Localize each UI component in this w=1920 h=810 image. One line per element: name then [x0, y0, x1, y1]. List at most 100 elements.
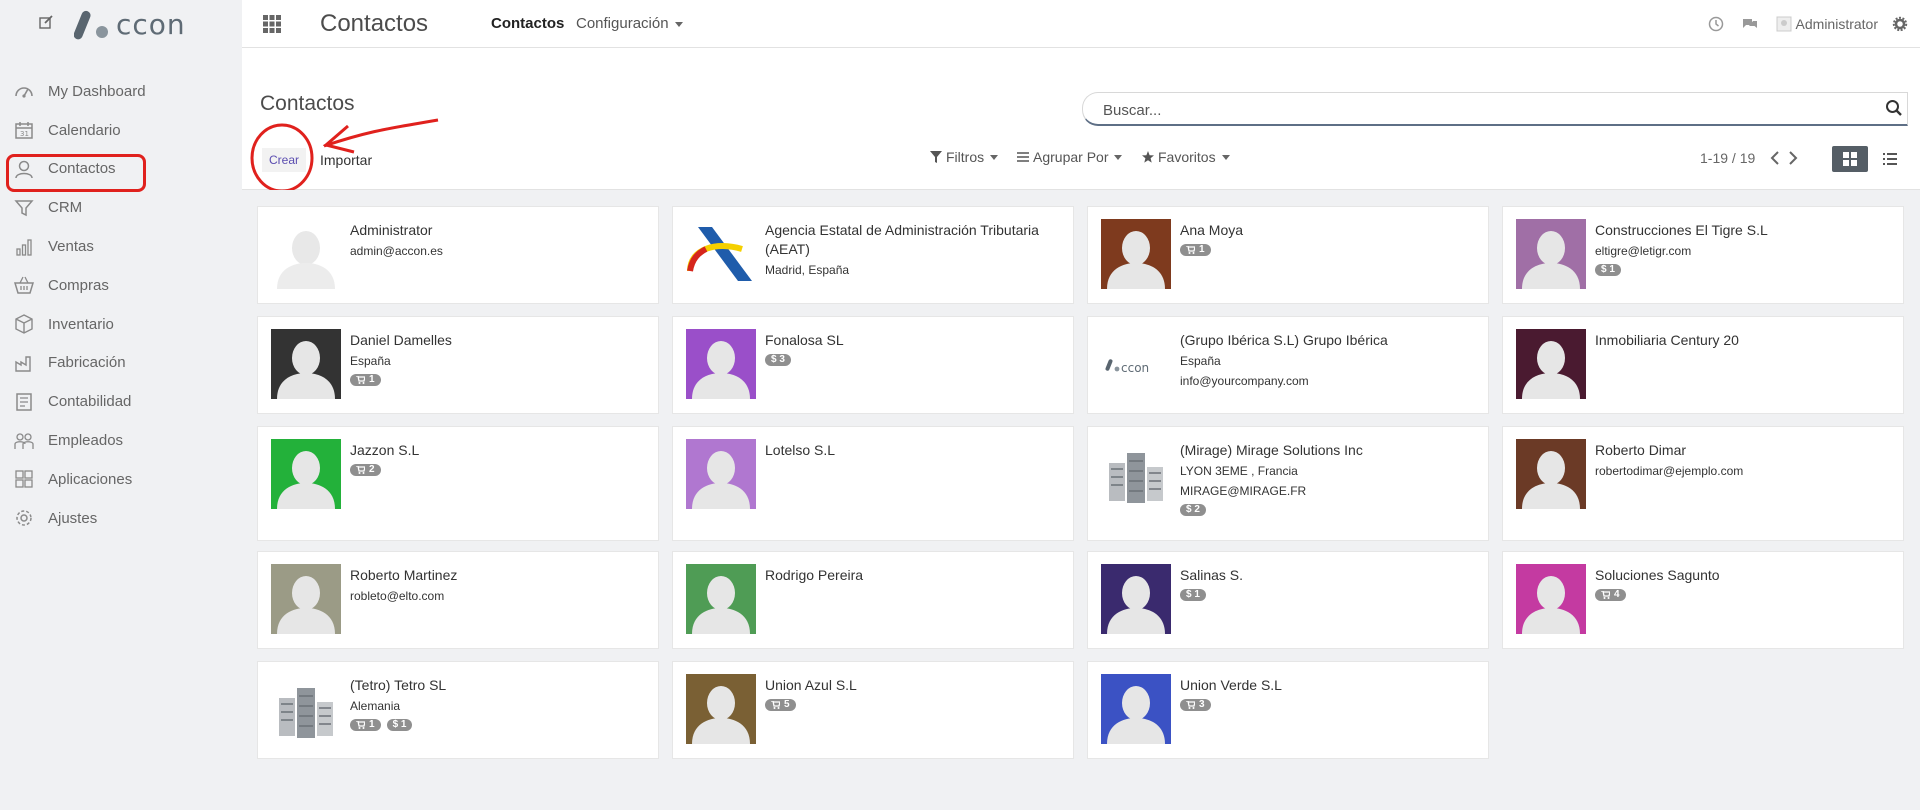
create-button[interactable]: Crear	[262, 148, 306, 172]
contact-card[interactable]: Jazzon S.L 2	[257, 426, 659, 541]
sidebar-item-sales[interactable]: Ventas	[0, 227, 242, 266]
sidebar-item-calendar[interactable]: 31 Calendario	[0, 111, 242, 150]
badge-value: $ 1	[1186, 589, 1200, 600]
contact-badges: 5	[765, 699, 1063, 713]
chevron-right-icon[interactable]	[1786, 150, 1800, 166]
sales-count-badge[interactable]: 1	[1180, 244, 1211, 256]
groupby-label: Agrupar Por	[1033, 149, 1109, 165]
import-button[interactable]: Importar	[320, 148, 372, 172]
sales-count-badge[interactable]: 2	[350, 464, 381, 476]
contact-name: Lotelso S.L	[765, 442, 836, 458]
settings-gear-icon[interactable]	[1892, 16, 1908, 32]
contact-card[interactable]: Roberto Martinez robleto@elto.com	[257, 551, 659, 649]
svg-text:31: 31	[20, 130, 29, 138]
contact-avatar	[1516, 329, 1586, 399]
favorites-button[interactable]: Favoritos	[1142, 146, 1230, 168]
invoice-count-badge[interactable]: $ 3	[765, 354, 791, 366]
sidebar-item-inventory[interactable]: Inventario	[0, 305, 242, 344]
sales-count-badge[interactable]: 3	[1180, 699, 1211, 711]
sidebar-menu: My Dashboard 31 Calendario Contactos CRM…	[0, 72, 242, 538]
contact-avatar	[686, 329, 756, 399]
contact-card[interactable]: Union Verde S.L 3	[1087, 661, 1489, 759]
sidebar-item-crm[interactable]: CRM	[0, 188, 242, 227]
contact-card[interactable]: (Mirage) Mirage Solutions Inc LYON 3EME ,…	[1087, 426, 1489, 541]
contact-name: Ana Moya	[1180, 222, 1244, 238]
contact-name: (Grupo Ibérica S.L) Grupo Ibérica	[1180, 332, 1388, 348]
contact-card[interactable]: Fonalosa SL $ 3	[672, 316, 1074, 414]
contact-details: Union Azul S.L 5	[765, 676, 1063, 713]
sidebar-item-contacts[interactable]: Contactos	[0, 150, 242, 189]
contact-card[interactable]: Administrator admin@accon.es	[257, 206, 659, 304]
contact-details: Soluciones Sagunto 4	[1595, 566, 1893, 603]
cart-icon	[356, 376, 365, 384]
sidebar-item-settings[interactable]: Ajustes	[0, 499, 242, 538]
cart-icon	[1601, 591, 1610, 599]
invoice-count-badge[interactable]: $ 2	[1180, 504, 1206, 516]
nav-contactos[interactable]: Contactos	[491, 15, 564, 32]
contact-details: Inmobiliaria Century 20	[1595, 331, 1893, 350]
chevron-down-icon	[990, 154, 999, 160]
sales-count-badge[interactable]: 1	[350, 719, 381, 731]
contact-card[interactable]: Ana Moya 1	[1087, 206, 1489, 304]
kanban-view-button[interactable]	[1832, 146, 1868, 172]
sidebar-item-employees[interactable]: Empleados	[0, 421, 242, 460]
contact-card[interactable]: Inmobiliaria Century 20	[1502, 316, 1904, 414]
contact-card[interactable]: Salinas S. $ 1	[1087, 551, 1489, 649]
chevron-left-icon[interactable]	[1768, 150, 1782, 166]
contact-card[interactable]: Lotelso S.L	[672, 426, 1074, 541]
funnel-icon	[14, 200, 34, 216]
contact-card[interactable]: Construcciones El Tigre S.L eltigre@letig…	[1502, 206, 1904, 304]
chat-icon[interactable]	[1742, 16, 1758, 32]
sales-count-badge[interactable]: 5	[765, 699, 796, 711]
contact-card[interactable]: Roberto Dimar robertodimar@ejemplo.com	[1502, 426, 1904, 541]
filters-button[interactable]: Filtros	[930, 146, 999, 168]
contact-card[interactable]: Rodrigo Pereira	[672, 551, 1074, 649]
search-input[interactable]	[1103, 99, 1863, 121]
logo-text: ccon	[116, 7, 186, 41]
invoice-count-badge[interactable]: $ 1	[386, 719, 413, 731]
contact-card[interactable]: (Tetro) Tetro SL Alemania 1 $ 1	[257, 661, 659, 759]
factory-icon	[15, 356, 31, 372]
contact-card[interactable]: Agencia Estatal de Administración Tribut…	[672, 206, 1074, 304]
invoice-count-badge[interactable]: $ 1	[1595, 264, 1621, 276]
pager-value[interactable]: 1-19 / 19	[1700, 150, 1755, 166]
contact-info-line: robleto@elto.com	[350, 589, 445, 603]
nav-configuracion[interactable]: Configuración	[576, 15, 683, 32]
app-menu-grid-icon[interactable]	[262, 14, 282, 34]
invoice-count-badge[interactable]: $ 1	[1180, 589, 1206, 601]
clock-icon[interactable]	[1708, 16, 1724, 32]
user-menu-name[interactable]: Administrator	[1796, 16, 1878, 32]
list-view-button[interactable]	[1872, 146, 1908, 172]
sales-count-badge[interactable]: 1	[350, 374, 381, 386]
sidebar-item-label: Empleados	[48, 432, 124, 450]
sidebar-item-label: My Dashboard	[48, 82, 146, 100]
contact-card[interactable]: Soluciones Sagunto 4	[1502, 551, 1904, 649]
contact-avatar	[271, 439, 341, 509]
contact-card[interactable]: Union Azul S.L 5	[672, 661, 1074, 759]
company-logo[interactable]: ccon	[74, 6, 186, 42]
groupby-button[interactable]: Agrupar Por	[1017, 146, 1123, 168]
contact-info-line: robertodimar@ejemplo.com	[1595, 464, 1744, 478]
sales-count-badge[interactable]: 4	[1595, 589, 1626, 601]
basket-icon	[14, 277, 34, 295]
logo-mark-icon	[74, 10, 108, 40]
contact-badges: 1	[350, 374, 648, 388]
sidebar-item-apps[interactable]: Aplicaciones	[0, 460, 242, 499]
contact-badges: 2	[350, 464, 648, 478]
sidebar-item-dashboard[interactable]: My Dashboard	[0, 72, 242, 111]
contact-card[interactable]: ccon (Grupo Ibérica S.L) Grupo Ibérica Esp…	[1087, 316, 1489, 414]
edit-icon[interactable]	[38, 14, 54, 30]
contact-avatar	[1516, 219, 1586, 289]
employees-icon	[14, 432, 34, 449]
cart-icon	[1186, 701, 1195, 709]
avatar[interactable]	[1776, 16, 1792, 32]
search-icon[interactable]	[1885, 99, 1903, 117]
contact-badges: 4	[1595, 589, 1893, 603]
sidebar-item-purchases[interactable]: Compras	[0, 266, 242, 305]
bars-icon	[1017, 152, 1029, 162]
sidebar-item-accounting[interactable]: Contabilidad	[0, 382, 242, 421]
sidebar-item-manufacturing[interactable]: Fabricación	[0, 344, 242, 383]
contact-avatar	[271, 219, 341, 289]
contact-card[interactable]: Daniel Damelles España 1	[257, 316, 659, 414]
sidebar-item-label: Compras	[48, 276, 109, 294]
